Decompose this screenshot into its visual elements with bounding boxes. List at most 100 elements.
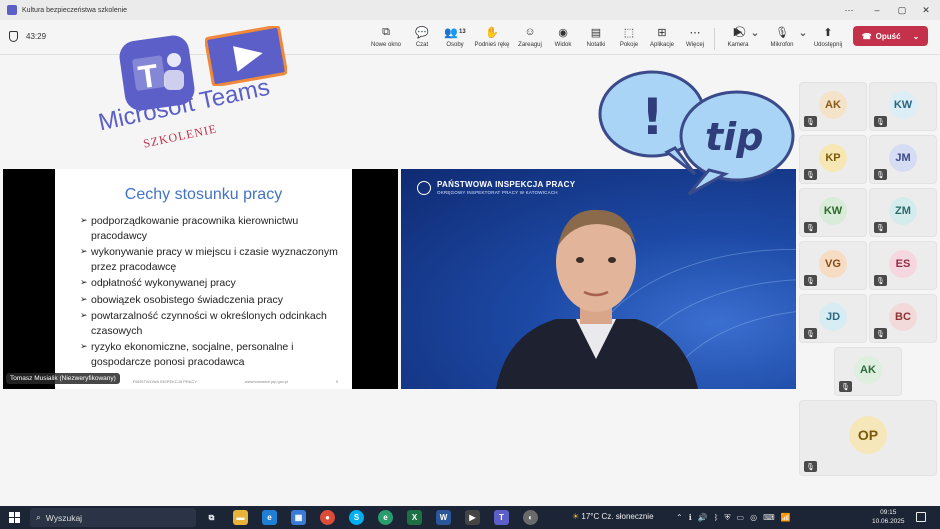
hand-icon: ✋ (485, 26, 499, 39)
toolbar-separator (714, 28, 715, 50)
people-count: 13 (459, 29, 466, 35)
more-button[interactable]: ⋯ Więcej (677, 24, 713, 49)
file-explorer-icon[interactable]: ▬ (233, 510, 248, 525)
participant-tile[interactable]: AK 🎙 (834, 347, 902, 396)
mic-options-chevron-icon[interactable]: ⌄ (796, 24, 810, 40)
react-button[interactable]: ☺ Zareaguj (512, 24, 548, 48)
slide-footer: PAŃSTWOWA INSPEKCJA PRACY www.katowice.p… (133, 379, 338, 384)
mic-muted-icon: 🎙 (874, 275, 887, 286)
close-button[interactable]: ✕ (912, 0, 940, 20)
info-icon[interactable]: ℹ (689, 513, 692, 523)
participant-tile[interactable]: JM 🎙 (869, 135, 937, 184)
presenter-video-tile[interactable]: PAŃSTWOWA INSPEKCJA PRACY OKRĘGOWY INSPE… (401, 169, 796, 389)
slide-bullet: wykonywanie pracy w miejscu i czasie wyz… (80, 245, 344, 274)
keyboard-icon[interactable]: ⌨ (763, 513, 775, 523)
chrome-icon[interactable]: ● (320, 510, 335, 525)
taskbar-clock[interactable]: 09:15 10.06.2025 (872, 508, 905, 526)
participant-tile[interactable]: JD 🎙 (799, 294, 867, 343)
notification-icon[interactable] (916, 512, 926, 522)
volume-icon[interactable]: 🔊 (698, 513, 708, 523)
camera-options-chevron-icon[interactable]: ⌄ (748, 24, 762, 40)
task-view-icon[interactable]: ⧉ (204, 510, 219, 525)
slide-bullet: ryzyko ekonomiczne, socjalne, personalne… (80, 340, 344, 369)
leave-button[interactable]: ☎ Opuść ⌄ (853, 26, 928, 46)
raise-hand-button[interactable]: ✋ Podnieś rękę (474, 24, 510, 49)
participant-tile[interactable]: OP 🎙 (799, 400, 937, 476)
participant-tile[interactable]: BC 🎙 (869, 294, 937, 343)
skype-icon[interactable]: S (349, 510, 364, 525)
excel-icon[interactable]: X (407, 510, 422, 525)
mic-button[interactable]: 🎙 Mikrofon (764, 24, 800, 49)
windows-start-icon[interactable] (9, 512, 20, 523)
avatar: JD (819, 302, 847, 331)
leave-label: Opuść (875, 31, 901, 41)
notes-button[interactable]: ▤ Notatki (578, 24, 614, 49)
apps-icon: ⊞ (657, 26, 667, 39)
svg-text:!: ! (641, 88, 664, 146)
share-icon: ⬆ (823, 26, 833, 39)
presenter-person (496, 209, 698, 389)
phone-icon: ☎ (861, 31, 872, 41)
mic-muted-icon: 🎙 (874, 328, 887, 339)
clock-time: 09:15 (880, 509, 897, 516)
people-button[interactable]: 👥 13 Osoby (437, 24, 473, 49)
network-icon[interactable]: ◎ (750, 513, 757, 523)
minimize-button[interactable]: – (863, 0, 891, 20)
raise-hand-label: Podnieś rękę (474, 42, 510, 48)
taskbar-search-input[interactable]: ⌕ Wyszukaj (30, 508, 196, 527)
slide-footer-url: www.katowice.pip.gov.pl (244, 379, 288, 384)
participant-tile[interactable]: KW 🎙 (869, 82, 937, 131)
apps-button[interactable]: ⊞ Aplikacje (644, 24, 680, 49)
view-button[interactable]: ◉ Widok (545, 24, 581, 49)
bluetooth-icon[interactable]: ᛒ (714, 513, 719, 523)
weather-widget[interactable]: ☀ 17°C Cz. słonecznie (572, 512, 654, 521)
windows-taskbar: ⌕ Wyszukaj ⧉ ▬ e ▦ ● S e X W ▶ T ◐ ☀ 17°… (0, 506, 940, 529)
avatar: OP (849, 416, 887, 454)
paint-icon[interactable]: ◐ (523, 510, 538, 525)
people-icon: 👥 13 (444, 26, 466, 39)
tip-text: tip (705, 115, 763, 159)
store-icon[interactable]: ▦ (291, 510, 306, 525)
battery-icon[interactable]: ▭ (737, 513, 745, 523)
window-more-icon[interactable]: ⋯ (835, 0, 863, 20)
participant-tile[interactable]: AK 🎙 (799, 82, 867, 131)
wifi-icon[interactable]: 📶 (781, 513, 791, 523)
avatar: ZM (889, 196, 917, 225)
mic-off-icon: 🎙 (775, 26, 789, 39)
participant-tile[interactable]: KP 🎙 (799, 135, 867, 184)
mic-muted-icon: 🎙 (874, 169, 887, 180)
rooms-icon: ⬚ (623, 26, 635, 39)
participant-tile[interactable]: ES 🎙 (869, 241, 937, 290)
word-icon[interactable]: W (436, 510, 451, 525)
avatar: KW (889, 90, 917, 119)
tray-icon[interactable]: ⌃ (676, 513, 683, 523)
slide-bullet: odpłatność wykonywanej pracy (80, 276, 344, 291)
security-icon[interactable]: ⛨ (725, 513, 731, 523)
rooms-button[interactable]: ⬚ Pokoje (611, 24, 647, 49)
edge-dev-icon[interactable]: e (378, 510, 393, 525)
participant-tile[interactable]: ZM 🎙 (869, 188, 937, 237)
window-title: Kultura bezpieczeństwa szkolenie (22, 6, 128, 14)
participant-tile[interactable]: KW 🎙 (799, 188, 867, 237)
edge-icon[interactable]: e (262, 510, 277, 525)
share-button[interactable]: ⬆ Udostępnij (810, 24, 846, 49)
mic-muted-icon: 🎙 (804, 275, 817, 286)
search-icon: ⌕ (36, 512, 41, 522)
presenter-name-tag: Tomasz Musialik (Niezweryfikowany) (6, 373, 120, 384)
mic-muted-icon: 🎙 (874, 116, 887, 127)
react-label: Zareaguj (518, 42, 542, 48)
mic-muted-icon: 🎙 (804, 222, 817, 233)
shared-screen-tile[interactable]: Cechy stosunku pracy podporządkowanie pr… (3, 169, 398, 389)
slide-bullet: obowiązek osobistego świadczenia pracy (80, 293, 344, 308)
new-window-button[interactable]: ⧉ Nowe okno (368, 24, 404, 49)
leave-chevron-icon: ⌄ (912, 31, 920, 41)
system-tray: ⌃ ℹ 🔊 ᛒ ⛨ ▭ ◎ ⌨ 📶 (676, 513, 791, 523)
share-label: Udostępnij (813, 42, 843, 48)
media-icon[interactable]: ▶ (465, 510, 480, 525)
teams-icon[interactable]: T (494, 510, 509, 525)
chat-button[interactable]: 💬 Czat (404, 24, 440, 49)
teams-app-icon (7, 5, 17, 15)
participant-tile[interactable]: VG 🎙 (799, 241, 867, 290)
title-bar: Kultura bezpieczeństwa szkolenie ⋯ – ▢ ✕ (0, 0, 940, 20)
mic-label: Mikrofon (770, 42, 794, 48)
